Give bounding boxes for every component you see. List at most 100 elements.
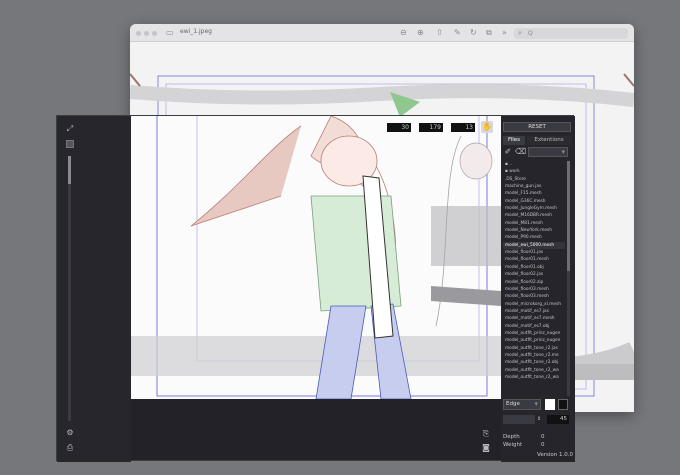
- file-item[interactable]: model_floor03.mesh: [503, 293, 565, 300]
- share-icon[interactable]: ⇧: [436, 28, 443, 37]
- eraser-icon[interactable]: ⌫: [515, 147, 526, 157]
- hand-tool-icon[interactable]: ✋: [481, 121, 493, 133]
- file-name: model_floor02.zip: [505, 279, 544, 285]
- file-name: model_motif_es7.mesh: [505, 316, 555, 322]
- file-item[interactable]: model_outfit_tone_r2.obj: [503, 359, 565, 366]
- chevron-down-icon: ▾: [534, 400, 538, 408]
- file-name: model_JungleGym.mesh: [505, 206, 558, 212]
- color-swatch-black[interactable]: [558, 399, 568, 410]
- color-swatch-white[interactable]: [545, 399, 555, 410]
- file-name: model_motif_es7.jas: [505, 308, 549, 314]
- size-field[interactable]: 45: [547, 415, 569, 424]
- crop-icon[interactable]: ⧉: [486, 28, 492, 37]
- file-name: model_microkorg_xl.mesh: [505, 301, 561, 307]
- edge-select[interactable]: Edge ▾: [503, 399, 541, 410]
- file-list[interactable]: ▪ .. ▪ work .DS_Store machine_gun.jas model_…: [503, 161, 565, 396]
- file-name: model_outfit_tone_r2.obj: [505, 360, 559, 366]
- file-item[interactable]: .DS_Store: [503, 176, 565, 183]
- size-slider[interactable]: [503, 415, 535, 424]
- file-name: model_outfit_prinz_eugen: [505, 330, 561, 336]
- preview-search-field[interactable]: ⌕ Q: [514, 28, 628, 39]
- file-name: model_outfit_tone_r2.me: [505, 352, 559, 358]
- left-toolbar: ⤢ ⚙ ⎙: [57, 116, 131, 462]
- file-item[interactable]: machine_gun.jas: [503, 183, 565, 190]
- file-name: model_outfit_tone_r2_wa: [505, 374, 559, 380]
- file-item[interactable]: model_outfit_tone_r2.me: [503, 352, 565, 359]
- settings-gear-icon[interactable]: ⚙: [65, 428, 75, 438]
- depth-value[interactable]: 0: [541, 434, 545, 440]
- file-name: model_outfit_tone_r2_wa: [505, 367, 559, 373]
- file-item[interactable]: model_outfit_tone_r2_wa: [503, 367, 565, 374]
- camera-icon[interactable]: ◙: [481, 443, 491, 453]
- file-name: work: [509, 169, 520, 175]
- vertical-slider-track[interactable]: [68, 156, 71, 421]
- zoom-traffic-light[interactable]: [152, 31, 157, 36]
- file-item[interactable]: model_motif_es7.jas: [503, 308, 565, 315]
- fullscreen-icon[interactable]: ⤢: [65, 124, 75, 134]
- file-item[interactable]: model_F15.mesh: [503, 190, 565, 197]
- stepper-icon[interactable]: ⇕: [537, 416, 541, 422]
- weight-label: Weight: [503, 442, 523, 448]
- file-item[interactable]: model_floor03.mesh: [503, 286, 565, 293]
- file-name: model_motif_es7.obj: [505, 323, 550, 329]
- file-item[interactable]: model_outfit_prinz_eugen: [503, 337, 565, 344]
- value-field-z[interactable]: 13: [451, 123, 475, 132]
- file-item[interactable]: model_G36C.mesh: [503, 198, 565, 205]
- file-list-scroll-thumb[interactable]: [567, 161, 570, 271]
- minimize-traffic-light[interactable]: [144, 31, 149, 36]
- value-field-x[interactable]: 30: [387, 123, 411, 132]
- file-item[interactable]: model_ewi_5000.mesh: [503, 241, 565, 250]
- file-item[interactable]: model_M16DBR.mesh: [503, 212, 565, 219]
- zoom-in-icon[interactable]: ⊕: [417, 28, 424, 37]
- folder-item[interactable]: ▪ work: [503, 168, 565, 175]
- file-item[interactable]: model_NewYork.mesh: [503, 227, 565, 234]
- preview-titlebar: ▭ ewi_1.jpeg ⊖ ⊕ ⇧ ✎ ↻ ⧉ » ⌕ Q: [130, 24, 634, 42]
- file-item[interactable]: model_outfit_prinz_eugen: [503, 330, 565, 337]
- save-file-icon[interactable]: ⎘: [481, 429, 491, 439]
- file-item[interactable]: model_floor02.jas: [503, 271, 565, 278]
- sketch-canvas[interactable]: [131, 116, 501, 399]
- file-item[interactable]: model_JungleGym.mesh: [503, 205, 565, 212]
- sidebar-icon[interactable]: ▭: [166, 28, 174, 37]
- tab-files[interactable]: Files: [503, 136, 525, 145]
- layer-toggle-button[interactable]: [66, 140, 74, 148]
- value-field-y[interactable]: 179: [419, 123, 443, 132]
- file-item[interactable]: model_motif_es7.mesh: [503, 315, 565, 322]
- close-traffic-light[interactable]: [136, 31, 141, 36]
- file-list-scrollbar[interactable]: [567, 161, 570, 396]
- rotate-icon[interactable]: ↻: [470, 28, 477, 37]
- file-name: model_M16DBR.mesh: [505, 213, 552, 219]
- file-item[interactable]: model_P90.mesh: [503, 234, 565, 241]
- vertical-slider-thumb[interactable]: [68, 156, 71, 184]
- file-item[interactable]: model_floor01.obj: [503, 264, 565, 271]
- modeler-window: ⤢ ⚙ ⎙ 30 179 13 ✋ RESET Files Extentions…: [56, 115, 575, 462]
- file-item[interactable]: model_floor01.jas: [503, 249, 565, 256]
- file-name: model_NewYork.mesh: [505, 228, 552, 234]
- file-item[interactable]: model_floor02.zip: [503, 279, 565, 286]
- tab-extentions[interactable]: Extentions: [527, 136, 571, 145]
- file-item[interactable]: model_microkorg_xl.mesh: [503, 301, 565, 308]
- file-name: ..: [509, 162, 513, 167]
- reset-button[interactable]: RESET: [503, 122, 571, 132]
- file-item[interactable]: model_outfit_tone_r2.jas: [503, 345, 565, 352]
- zoom-out-icon[interactable]: ⊖: [400, 28, 407, 37]
- file-name: model_floor03.mesh: [505, 294, 549, 300]
- file-item[interactable]: model_outfit_tone_r2_wa: [503, 374, 565, 381]
- brush-icon[interactable]: ✐: [503, 147, 513, 157]
- file-item[interactable]: model_M81.mesh: [503, 220, 565, 227]
- file-item[interactable]: model_floor01.mesh: [503, 256, 565, 263]
- file-name: model_floor01.mesh: [505, 257, 549, 263]
- folder-item[interactable]: ▪ ..: [503, 161, 565, 168]
- brush-select[interactable]: ▾: [528, 147, 568, 157]
- file-name: model_floor01.jas: [505, 250, 544, 256]
- file-item[interactable]: model_motif_es7.obj: [503, 323, 565, 330]
- more-icon[interactable]: »: [502, 28, 507, 37]
- preview-title: ewi_1.jpeg: [180, 28, 212, 35]
- markup-icon[interactable]: ✎: [454, 28, 461, 37]
- version-label: Version 1.0.0: [537, 452, 573, 458]
- export-icon[interactable]: ⎙: [65, 443, 75, 453]
- file-name: model_P90.mesh: [505, 235, 542, 241]
- file-name: model_floor02.jas: [505, 272, 544, 278]
- depth-label: Depth: [503, 434, 520, 440]
- weight-value[interactable]: 0: [541, 442, 545, 448]
